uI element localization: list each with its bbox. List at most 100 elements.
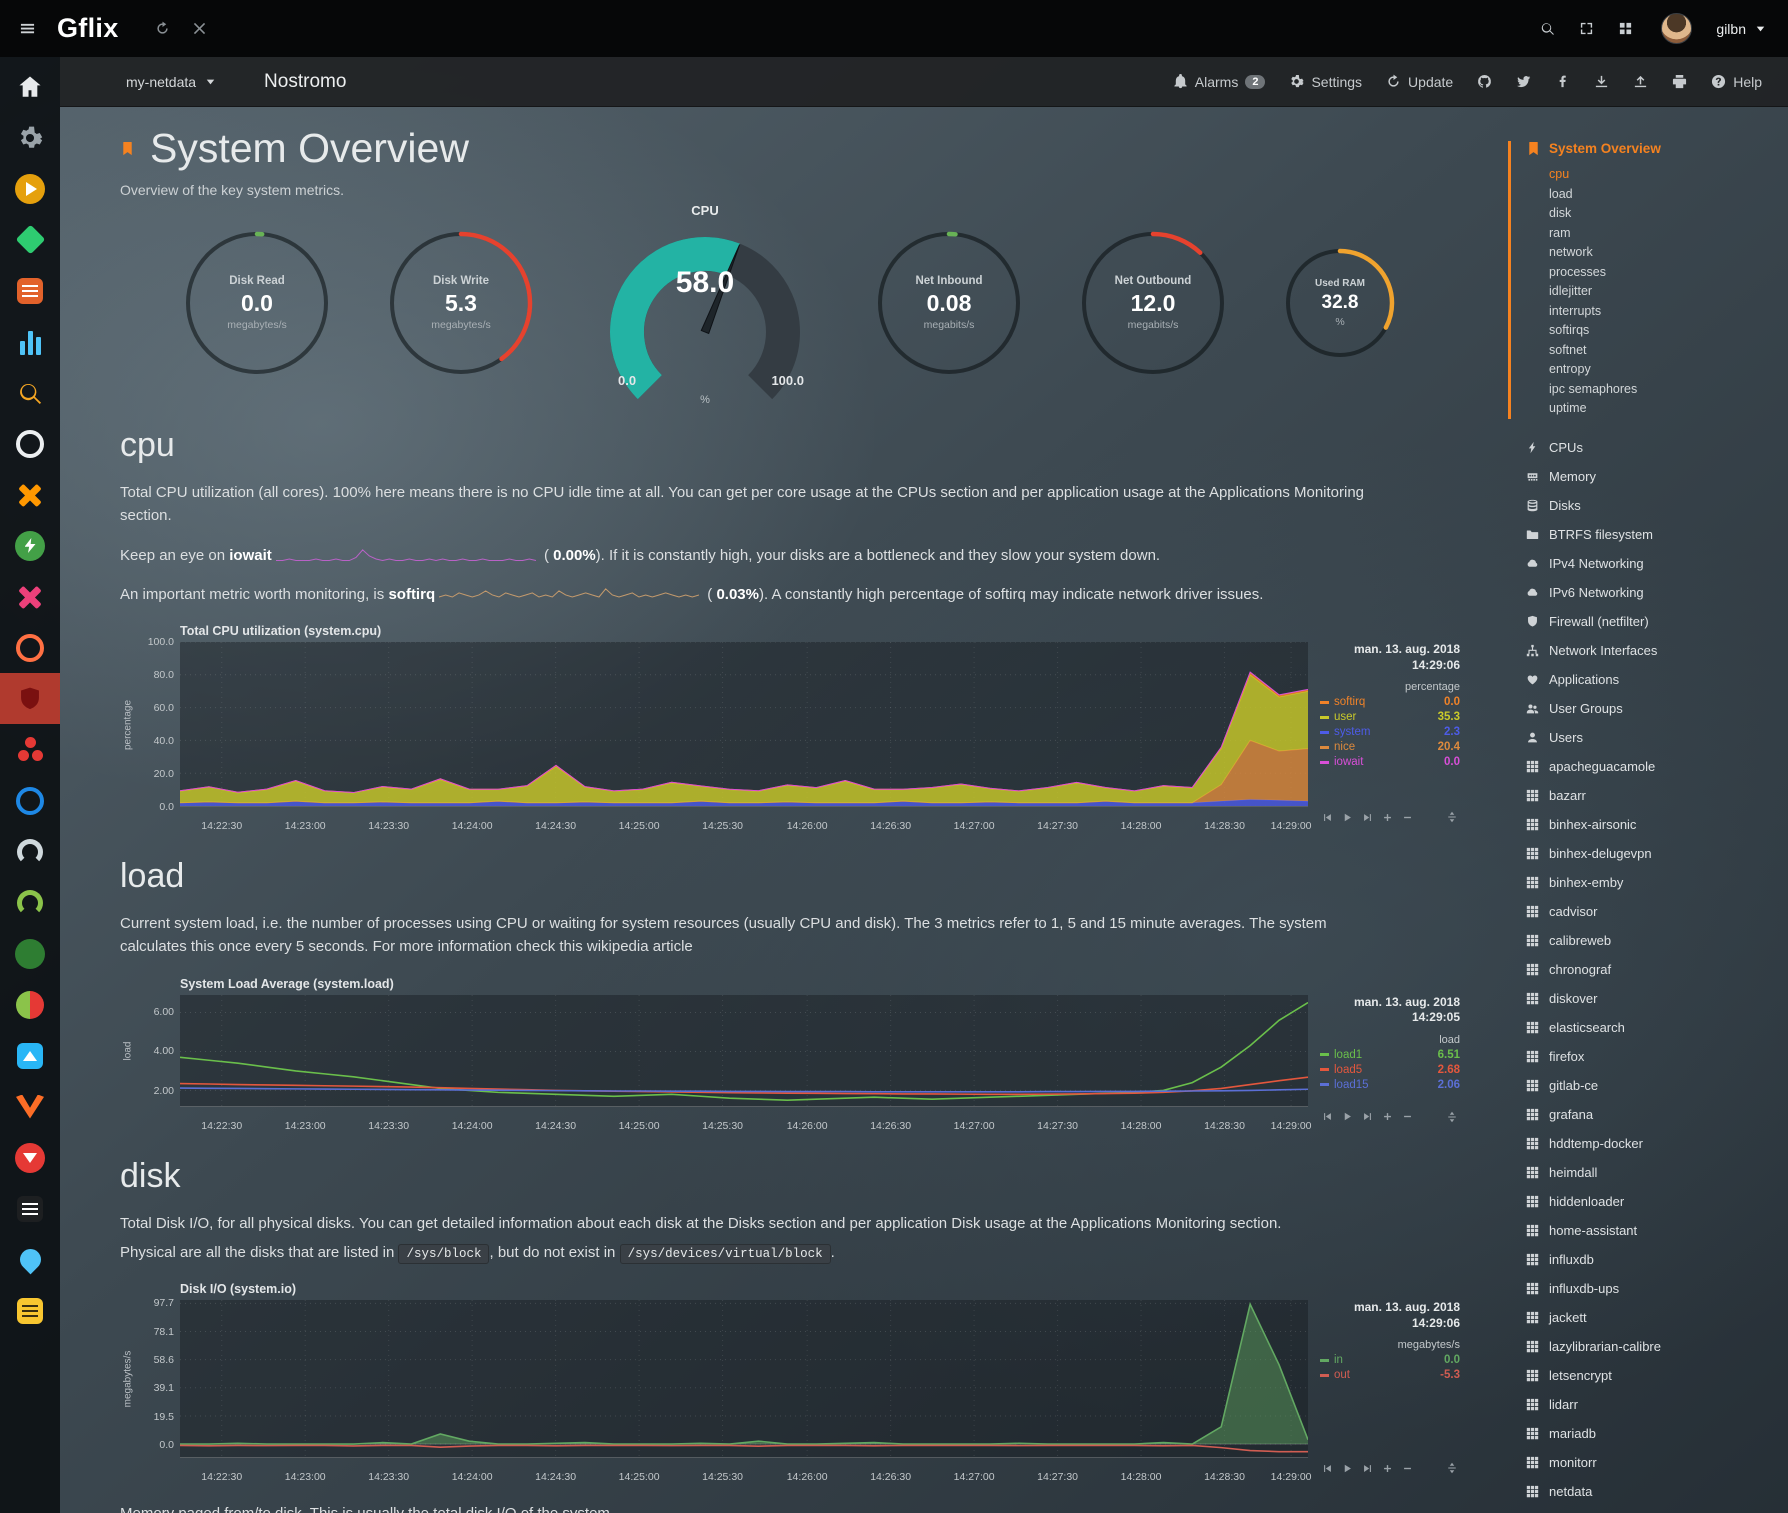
toc-section-lazylibrarian-calibre[interactable]: lazylibrarian-calibre	[1526, 1332, 1780, 1361]
legend-row-load5[interactable]: load52.68	[1320, 1064, 1460, 1076]
upload-square-app-icon[interactable]	[0, 1030, 60, 1081]
toc-section-cadvisor[interactable]: cadvisor	[1526, 897, 1780, 926]
sab-app-icon[interactable]	[0, 1285, 60, 1336]
toc-item-cpu[interactable]: cpu	[1549, 165, 1780, 185]
toc-section-influxdb-ups[interactable]: influxdb-ups	[1526, 1274, 1780, 1303]
shield-app-icon[interactable]	[0, 673, 60, 724]
lazy-app-icon[interactable]	[0, 1183, 60, 1234]
equalizer-app-icon[interactable]	[0, 316, 60, 367]
toc-section-bazarr[interactable]: bazarr	[1526, 781, 1780, 810]
toc-section-diskover[interactable]: diskover	[1526, 984, 1780, 1013]
user-avatar[interactable]	[1661, 13, 1692, 44]
bolt-circle-app-icon[interactable]	[0, 520, 60, 571]
toc-section-mariadb[interactable]: mariadb	[1526, 1419, 1780, 1448]
legend-row-iowait[interactable]: iowait0.0	[1320, 756, 1460, 768]
dots-app-icon[interactable]	[0, 724, 60, 775]
toc-section-calibreweb[interactable]: calibreweb	[1526, 926, 1780, 955]
chart-zoom-out-button[interactable]	[1402, 1111, 1413, 1122]
disk-io-chart[interactable]: Disk I/O (system.io)megabytes/s97.778.15…	[120, 1282, 1460, 1478]
toc-section-firewall-netfilter-[interactable]: Firewall (netfilter)	[1526, 607, 1780, 636]
help-button[interactable]: Help	[1711, 74, 1762, 90]
toc-section-user-groups[interactable]: User Groups	[1526, 694, 1780, 723]
toc-section-monitorr[interactable]: monitorr	[1526, 1448, 1780, 1477]
chart-plot-area[interactable]	[180, 642, 1308, 807]
chart-pan-left-button[interactable]	[1322, 1111, 1333, 1122]
cross-app-icon[interactable]	[0, 469, 60, 520]
legend-row-user[interactable]: user35.3	[1320, 711, 1460, 723]
toc-section-lidarr[interactable]: lidarr	[1526, 1390, 1780, 1419]
net-inbound-gauge[interactable]: Net Inbound0.08megabits/s	[874, 228, 1024, 378]
chart-resize-handle[interactable]	[1446, 1462, 1458, 1474]
toc-item-uptime[interactable]: uptime	[1549, 399, 1780, 419]
home-icon[interactable]	[0, 61, 60, 112]
toc-item-ram[interactable]: ram	[1549, 224, 1780, 244]
cpu-chart[interactable]: Total CPU utilization (system.cpu)percen…	[120, 624, 1460, 827]
server-menu[interactable]: my-netdata	[126, 74, 218, 90]
toc-item-processes[interactable]: processes	[1549, 263, 1780, 283]
toc-section-grafana[interactable]: grafana	[1526, 1100, 1780, 1129]
toc-item-network[interactable]: network	[1549, 243, 1780, 263]
toc-item-system-overview[interactable]: System Overview	[1526, 141, 1780, 156]
chart-play-button[interactable]	[1342, 1463, 1353, 1474]
twitter-icon[interactable]	[1516, 74, 1531, 89]
used-ram-gauge[interactable]: Used RAM32.8%	[1282, 245, 1398, 361]
print-icon[interactable]	[1672, 74, 1687, 89]
legend-row-system[interactable]: system2.3	[1320, 726, 1460, 738]
toc-item-interrupts[interactable]: interrupts	[1549, 302, 1780, 322]
ring-app-icon[interactable]	[0, 622, 60, 673]
toc-section-apacheguacamole[interactable]: apacheguacamole	[1526, 752, 1780, 781]
split-circle-app-icon[interactable]	[0, 979, 60, 1030]
chart-zoom-in-button[interactable]	[1382, 1111, 1393, 1122]
toc-section-users[interactable]: Users	[1526, 723, 1780, 752]
chart-play-button[interactable]	[1342, 1111, 1353, 1122]
toc-section-network-interfaces[interactable]: Network Interfaces	[1526, 636, 1780, 665]
chart-zoom-in-button[interactable]	[1382, 812, 1393, 823]
legend-row-in[interactable]: in0.0	[1320, 1354, 1460, 1366]
disk-read-gauge[interactable]: Disk Read0.0megabytes/s	[182, 228, 332, 378]
user-menu[interactable]: gilbn	[1716, 21, 1768, 37]
toc-section-btrfs-filesystem[interactable]: BTRFS filesystem	[1526, 520, 1780, 549]
camera-app-icon[interactable]	[0, 418, 60, 469]
cloud-ring-app-icon[interactable]	[0, 775, 60, 826]
horseshoe-app-icon[interactable]	[0, 826, 60, 877]
chart-zoom-out-button[interactable]	[1402, 812, 1413, 823]
toc-section-hddtemp-docker[interactable]: hddtemp-docker	[1526, 1129, 1780, 1158]
load-chart[interactable]: System Load Average (system.load)load6.0…	[120, 977, 1460, 1127]
toc-section-home-assistant[interactable]: home-assistant	[1526, 1216, 1780, 1245]
legend-row-load1[interactable]: load16.51	[1320, 1049, 1460, 1061]
diamond-app-icon[interactable]	[0, 214, 60, 265]
upload-icon[interactable]	[1633, 74, 1648, 89]
toc-section-gitlab-ce[interactable]: gitlab-ce	[1526, 1071, 1780, 1100]
leaf-circle-app-icon[interactable]	[0, 928, 60, 979]
toc-item-softirqs[interactable]: softirqs	[1549, 321, 1780, 341]
legend-row-out[interactable]: out-5.3	[1320, 1369, 1460, 1381]
toc-section-memory[interactable]: Memory	[1526, 462, 1780, 491]
gear-icon[interactable]	[0, 112, 60, 163]
drop-app-icon[interactable]	[0, 1234, 60, 1285]
toc-section-netdata[interactable]: netdata	[1526, 1477, 1780, 1506]
github-icon[interactable]	[1477, 74, 1492, 89]
chart-zoom-out-button[interactable]	[1402, 1463, 1413, 1474]
download-circle-app-icon[interactable]	[0, 1132, 60, 1183]
download-icon[interactable]	[1594, 74, 1609, 89]
settings-button[interactable]: Settings	[1289, 74, 1362, 90]
hostname[interactable]: Nostromo	[264, 71, 346, 93]
apps-grid-icon[interactable]	[1618, 21, 1633, 36]
play-circle-app-icon[interactable]	[0, 163, 60, 214]
toc-section-heimdall[interactable]: heimdall	[1526, 1158, 1780, 1187]
toc-section-firefox[interactable]: firefox	[1526, 1042, 1780, 1071]
chart-play-button[interactable]	[1342, 812, 1353, 823]
toc-section-hiddenloader[interactable]: hiddenloader	[1526, 1187, 1780, 1216]
toc-section-binhex-delugevpn[interactable]: binhex-delugevpn	[1526, 839, 1780, 868]
hamburger-menu-icon[interactable]	[20, 21, 35, 36]
refresh-tab-icon[interactable]	[155, 21, 170, 36]
toc-item-softnet[interactable]: softnet	[1549, 341, 1780, 361]
cpu-gauge[interactable]: CPU58.00.0100.0%	[590, 203, 820, 404]
net-outbound-gauge[interactable]: Net Outbound12.0megabits/s	[1078, 228, 1228, 378]
chart-pan-right-button[interactable]	[1362, 812, 1373, 823]
chart-plot-area[interactable]	[180, 995, 1308, 1107]
toc-section-disks[interactable]: Disks	[1526, 491, 1780, 520]
chart-pan-left-button[interactable]	[1322, 812, 1333, 823]
search-app-icon[interactable]	[0, 367, 60, 418]
toc-item-ipc-semaphores[interactable]: ipc semaphores	[1549, 380, 1780, 400]
